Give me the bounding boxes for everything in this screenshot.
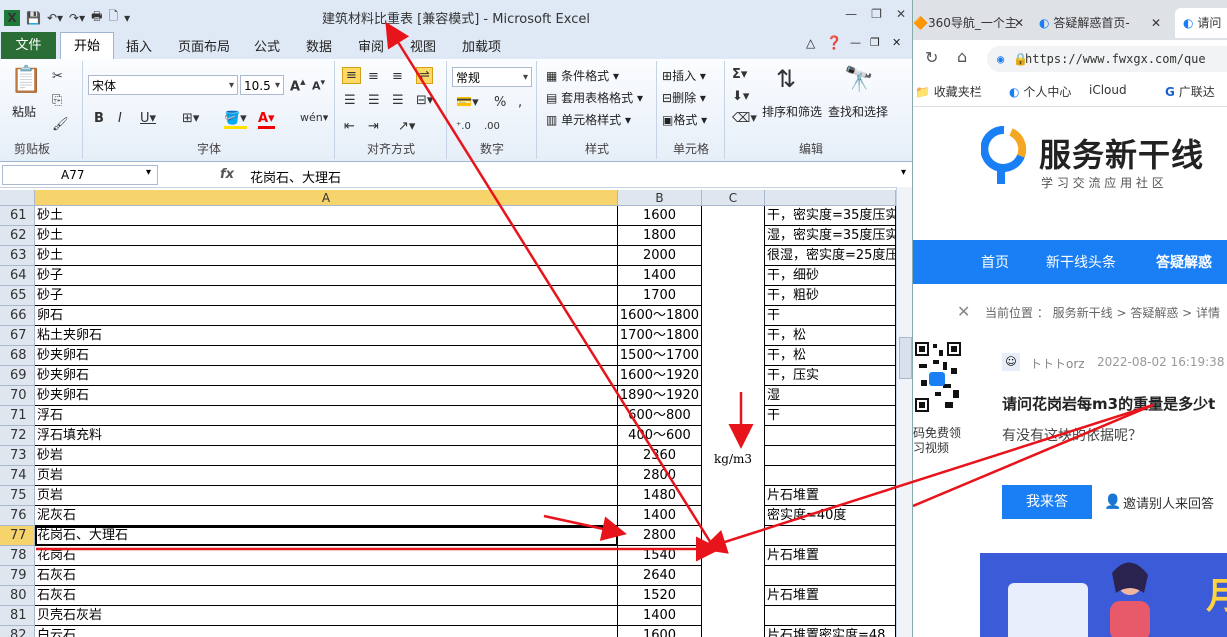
browser-window: 🔶360导航_一个主 ✕ ◐ 答疑解惑首页- ✕ ◐ 请问 ↻ ⌂ ◉ 🔒 ht… [913, 0, 1227, 637]
annotation-arrows [36, 21, 754, 562]
arrow-to-title [385, 21, 716, 549]
arrow-to-b77 [543, 514, 627, 541]
annotation-arrow-browser [913, 403, 1154, 508]
excel-window: X 💾 ↶▾ ↷▾ 🖶 🗋 ▾ 建筑材料比重表 [兼容模式] - Microso… [0, 0, 913, 637]
arrow-browser-segment [913, 403, 1154, 508]
